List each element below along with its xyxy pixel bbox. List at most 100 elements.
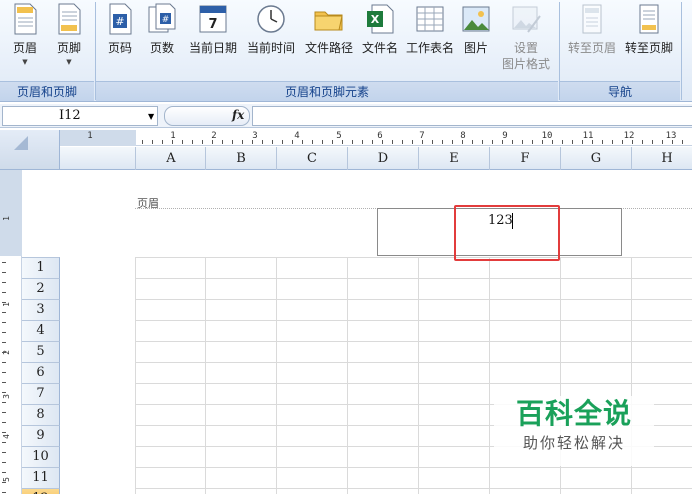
header-icon [14,3,37,35]
column-header-f[interactable]: F [489,147,560,170]
ruler-tick [642,140,643,144]
row-header-6[interactable]: 6 [22,362,60,383]
row-header-7[interactable]: 7 [22,383,60,404]
select-all-button[interactable] [0,130,60,170]
footer-button[interactable]: 页脚 ▼ [48,2,90,80]
ruler-tick [2,382,6,383]
format-picture-button: 设置 图片格式 [496,2,556,80]
row-header-9[interactable]: 9 [22,425,60,446]
ruler-tick [2,432,6,433]
row-header-10[interactable]: 10 [22,446,60,467]
grid-line [347,257,348,494]
ruler-margin [0,170,22,256]
ruler-tick [2,482,6,483]
ruler-tick [502,140,503,144]
grid-line [276,257,277,494]
row-header-1[interactable]: 1 [22,257,60,278]
grid-line [489,257,490,494]
insert-function-icon[interactable]: fx [232,108,244,122]
ruler-tick [342,140,343,144]
row-header-5[interactable]: 5 [22,341,60,362]
row-header-2[interactable]: 2 [22,278,60,299]
name-box-dropdown-icon[interactable]: ▼ [148,112,154,121]
file-path-label: 文件路径 [304,41,353,55]
row-header-12[interactable]: 12 [22,488,60,494]
ruler-tick [442,140,443,144]
footer-icon [58,3,81,35]
column-header-b[interactable]: B [205,147,276,170]
page-number-button[interactable]: # 页码 [100,2,140,80]
formula-input[interactable] [252,106,692,126]
ruler-tick [472,140,473,144]
page-count-button[interactable]: # 页数 [142,2,182,80]
watermark-title: 百科全说 [515,397,632,430]
excel-window: 页眉 ▼ 页脚 ▼ 页眉和页脚 # 页码 # 页数 7 当前日期 当前时间 文件… [0,0,692,494]
name-box[interactable]: I12 [2,106,158,126]
ruler-tick [672,140,673,144]
ruler-tick [652,140,653,144]
header-button[interactable]: 页眉 ▼ [4,2,46,80]
ruler-tick [362,140,363,144]
picture-icon [462,6,490,32]
column-header-d[interactable]: D [347,147,418,170]
ruler-tick [632,140,633,144]
current-time-button[interactable]: 当前时间 [242,2,300,80]
ruler-tick [2,402,6,403]
file-path-button[interactable]: 文件路径 [300,2,358,80]
group-divider [681,2,682,100]
ruler-tick [232,140,233,144]
ruler-tick [552,140,553,144]
dropdown-arrow-icon: ▼ [22,58,28,66]
ruler-tick [2,372,6,373]
column-headers: ABCDEFGH [60,147,692,170]
sheet-name-button[interactable]: 工作表名 [402,2,458,80]
group-label: 页眉和页脚元素 [96,81,558,101]
excel-file-icon: X [367,4,394,34]
clock-icon [257,5,285,33]
formula-bar: I12 ▼ fx [0,104,692,128]
row-header-8[interactable]: 8 [22,404,60,425]
row-header-11[interactable]: 11 [22,467,60,488]
calendar-icon: 7 [199,5,227,33]
column-header-c[interactable]: C [276,147,347,170]
grid-line [418,257,419,494]
go-to-header-icon [582,4,602,34]
grid-line [135,362,692,363]
ruler-tick [152,140,153,144]
ruler-tick [512,140,513,144]
ruler-tick [2,392,6,393]
ruler-number: 1 [1,216,11,221]
ruler-tick [372,140,373,144]
ruler-tick [142,140,143,144]
current-date-button[interactable]: 7 当前日期 [184,2,242,80]
ruler-number: 3 [252,131,258,141]
ruler-tick [612,140,613,144]
go-to-header-button: 转至页眉 [564,2,620,80]
ruler-tick [222,140,223,144]
page-number-icon: # [109,3,132,35]
ruler-tick [2,442,6,443]
column-header-e[interactable]: E [418,147,489,170]
column-header-a[interactable]: A [135,147,206,170]
folder-icon [314,11,343,31]
ruler-tick [182,140,183,144]
ruler-tick [602,140,603,144]
ruler-number: 5 [336,131,342,141]
ruler-number: 9 [502,131,508,141]
current-date-label: 当前日期 [188,41,237,55]
ruler-tick [482,140,483,144]
calendar-digit: 7 [208,17,217,32]
row-header-3[interactable]: 3 [22,299,60,320]
go-to-footer-button[interactable]: 转至页脚 [620,2,678,80]
svg-text:#: # [115,15,124,28]
ruler-tick [382,140,383,144]
row-header-4[interactable]: 4 [22,320,60,341]
ruler-tick [2,422,6,423]
picture-label: 图片 [463,41,488,55]
picture-button[interactable]: 图片 [458,2,494,80]
column-header-h[interactable]: H [631,147,692,170]
ruler-tick [522,140,523,144]
column-header-g[interactable]: G [560,147,631,170]
ruler-tick [452,140,453,144]
file-name-button[interactable]: X 文件名 [358,2,402,80]
